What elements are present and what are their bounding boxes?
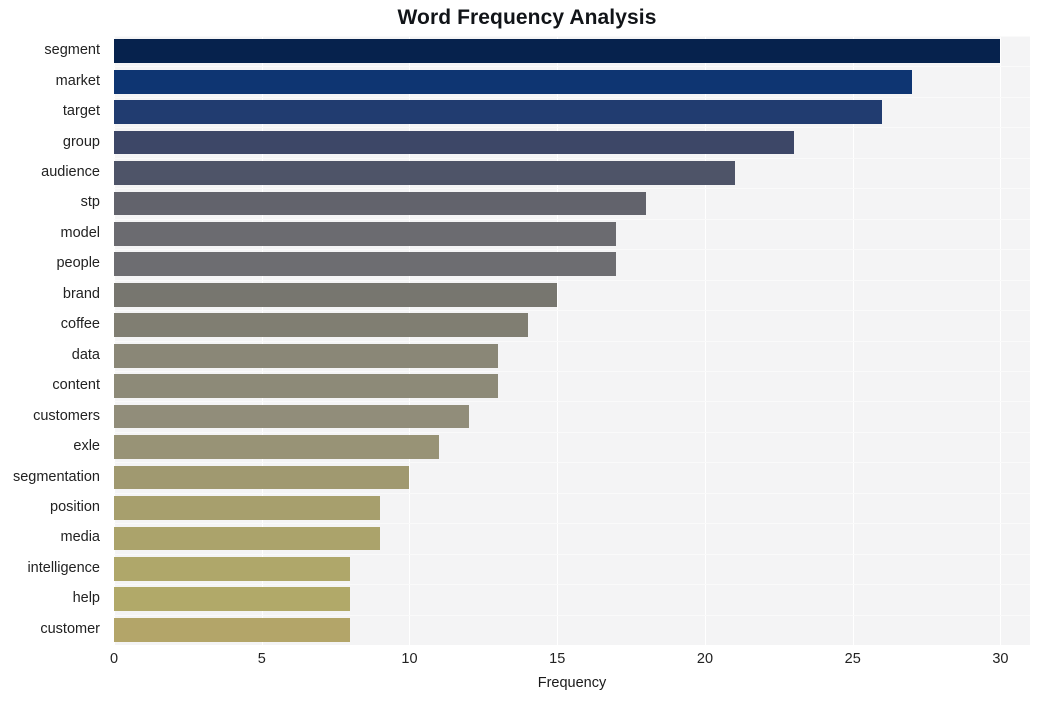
grid-line-horizontal <box>114 157 1030 159</box>
grid-line-horizontal <box>114 523 1030 525</box>
bar[interactable] <box>114 587 351 612</box>
y-axis-tick-label: media <box>60 529 101 546</box>
bar-row <box>114 252 1030 277</box>
bar-row <box>114 39 1030 64</box>
grid-line-horizontal <box>114 36 1030 37</box>
x-axis-tick-label: 0 <box>109 651 119 667</box>
grid-line-horizontal <box>114 249 1030 251</box>
grid-line-horizontal <box>114 66 1030 68</box>
x-axis-tick-label: 15 <box>549 651 566 667</box>
bar-row <box>114 404 1030 429</box>
y-axis-tick-label: model <box>60 224 101 241</box>
grid-line-horizontal <box>114 218 1030 220</box>
x-axis-tick-label: 5 <box>257 651 266 667</box>
y-axis-tick-label: data <box>71 346 100 363</box>
bar-row <box>114 130 1030 155</box>
bar-row <box>114 556 1030 581</box>
x-axis-label: Frequency <box>537 675 607 691</box>
bar-row <box>114 69 1030 94</box>
bar-row <box>114 313 1030 338</box>
bar[interactable] <box>114 191 646 216</box>
bar-row <box>114 282 1030 307</box>
bar-row <box>114 191 1030 216</box>
chart-title: Word Frequency Analysis <box>397 6 657 29</box>
bar[interactable] <box>114 100 883 124</box>
grid-line-horizontal <box>114 279 1030 281</box>
bar-row <box>114 617 1030 642</box>
bar-row <box>114 343 1030 368</box>
grid-line-horizontal <box>114 188 1030 190</box>
y-axis-tick-label: position <box>50 498 100 515</box>
grid-line-horizontal <box>114 401 1030 403</box>
y-axis-tick-label: audience <box>41 164 100 181</box>
y-axis-tick-label: customers <box>33 407 100 424</box>
bar[interactable] <box>114 343 499 368</box>
y-axis-tick-labels: segment market target group audience stp model… <box>0 36 108 645</box>
bar[interactable] <box>114 435 440 459</box>
y-axis-tick-label: exle <box>73 438 100 455</box>
bar[interactable] <box>114 252 617 277</box>
y-axis-tick-label: customer <box>40 620 100 637</box>
grid-line-horizontal <box>114 614 1030 616</box>
chart-figure: Word Frequency Analysis segment market tar… <box>0 0 1054 701</box>
y-axis-tick-label: group <box>62 133 100 150</box>
bar[interactable] <box>114 282 558 307</box>
x-axis-tick-label: 25 <box>844 651 861 667</box>
bar-row <box>114 587 1030 612</box>
grid-line-horizontal <box>114 96 1030 98</box>
bar-row <box>114 222 1030 246</box>
bar[interactable] <box>114 161 735 185</box>
bar[interactable] <box>114 130 794 155</box>
y-axis-tick-label: target <box>62 103 100 120</box>
y-axis-tick-label: market <box>55 72 100 89</box>
y-axis-tick-label: people <box>56 255 100 272</box>
bar[interactable] <box>114 404 469 429</box>
grid-line-horizontal <box>114 127 1030 129</box>
y-axis-tick-label: brand <box>62 285 100 302</box>
y-axis-tick-label: intelligence <box>27 559 100 576</box>
bar-row <box>114 526 1030 551</box>
bar[interactable] <box>114 69 912 94</box>
y-axis-tick-label: segmentation <box>12 468 100 485</box>
bar[interactable] <box>114 222 617 246</box>
bar[interactable] <box>114 313 528 338</box>
grid-line-horizontal <box>114 431 1030 433</box>
grid-line-horizontal <box>114 370 1030 372</box>
y-axis-tick-label: segment <box>44 42 100 59</box>
bar-row <box>114 374 1030 399</box>
grid-line-horizontal <box>114 584 1030 586</box>
bar[interactable] <box>114 374 499 399</box>
grid-line-horizontal <box>114 492 1030 494</box>
grid-line-horizontal <box>114 553 1030 555</box>
bar[interactable] <box>114 465 410 490</box>
y-axis-tick-label: help <box>72 590 100 607</box>
y-axis-tick-label: stp <box>80 194 100 211</box>
plot-area <box>114 36 1030 645</box>
bar[interactable] <box>114 496 380 520</box>
grid-line-horizontal <box>114 340 1030 342</box>
bar-row <box>114 496 1030 520</box>
bar[interactable] <box>114 39 1001 64</box>
bar[interactable] <box>114 617 351 642</box>
y-axis-tick-label: content <box>52 377 100 394</box>
x-axis-tick-labels: 0 5 10 15 20 25 30 <box>0 651 1054 677</box>
grid-line-horizontal <box>114 462 1030 464</box>
x-axis-tick-label: 10 <box>401 651 418 667</box>
x-axis-tick-label: 30 <box>992 651 1009 667</box>
bar-row <box>114 465 1030 490</box>
bar-row <box>114 161 1030 185</box>
bar-row <box>114 435 1030 459</box>
grid-line-horizontal <box>114 310 1030 312</box>
bar-row <box>114 100 1030 124</box>
x-axis-tick-label: 20 <box>696 651 714 667</box>
bar[interactable] <box>114 526 380 551</box>
bar[interactable] <box>114 556 351 581</box>
y-axis-tick-label: coffee <box>60 316 100 333</box>
